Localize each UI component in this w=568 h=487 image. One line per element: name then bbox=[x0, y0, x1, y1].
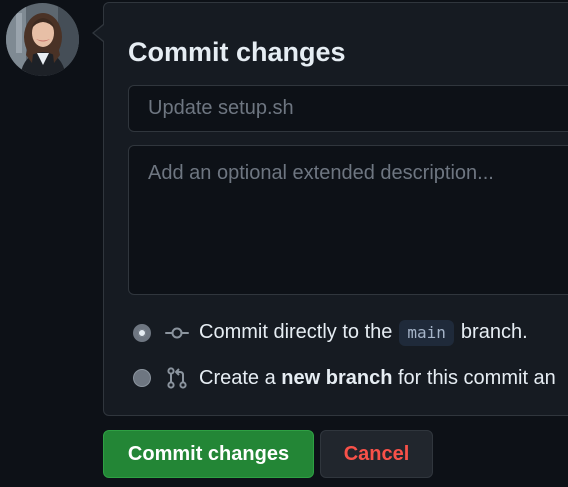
commit-direct-label: Commit directly to the main branch. bbox=[199, 320, 528, 346]
commit-dialog-page: Commit changes Commit directly to the mai… bbox=[0, 0, 568, 487]
commit-direct-prefix: Commit directly to the bbox=[199, 321, 393, 343]
new-branch-prefix: Create a bbox=[199, 366, 276, 389]
cancel-button[interactable]: Cancel bbox=[320, 430, 433, 478]
new-branch-suffix: for this commit an bbox=[397, 366, 556, 389]
branch-name-chip: main bbox=[399, 320, 454, 346]
new-branch-option[interactable]: Create a new branch for this commit an bbox=[133, 365, 556, 391]
new-branch-label: Create a new branch for this commit an bbox=[199, 367, 556, 390]
user-avatar[interactable] bbox=[6, 3, 79, 76]
commit-direct-radio[interactable] bbox=[133, 324, 151, 342]
panel-caret-fill bbox=[94, 25, 104, 41]
new-branch-radio[interactable] bbox=[133, 369, 151, 387]
git-pull-request-icon bbox=[165, 366, 189, 390]
commit-changes-button[interactable]: Commit changes bbox=[103, 430, 314, 478]
commit-summary-input[interactable] bbox=[128, 85, 568, 132]
new-branch-bold: new branch bbox=[281, 366, 393, 389]
git-commit-icon bbox=[165, 321, 189, 345]
commit-direct-suffix: branch. bbox=[460, 321, 528, 343]
commit-direct-option[interactable]: Commit directly to the main branch. bbox=[133, 320, 528, 346]
commit-description-textarea[interactable] bbox=[128, 145, 568, 295]
dialog-title: Commit changes bbox=[128, 37, 346, 67]
avatar-image bbox=[6, 3, 79, 76]
